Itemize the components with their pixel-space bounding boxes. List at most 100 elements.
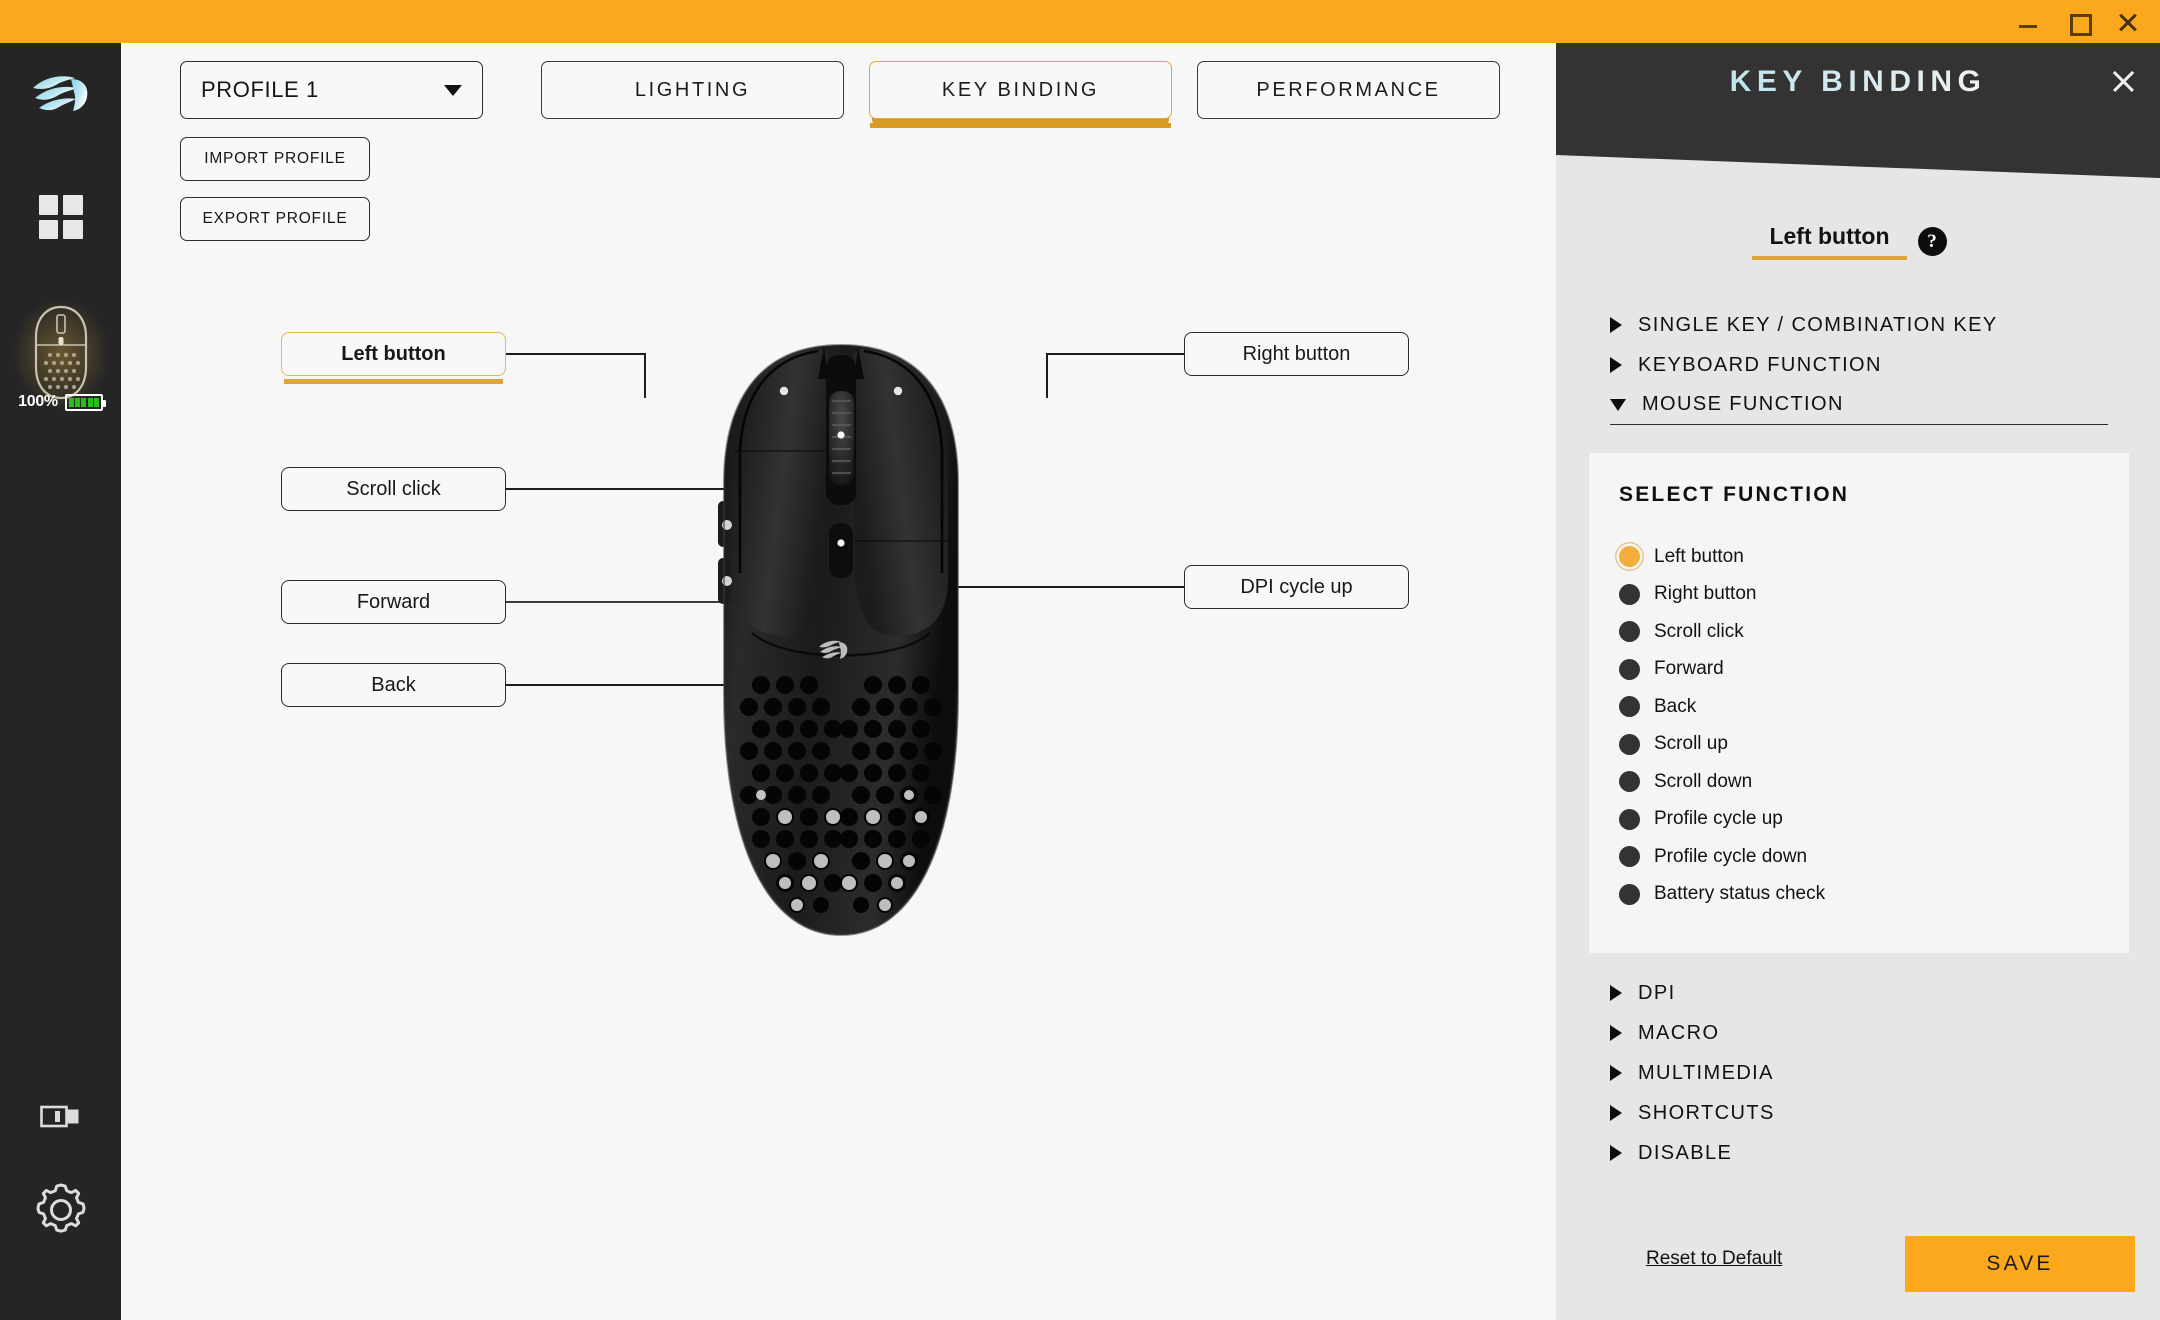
- function-radio-list: Left button Right button Scroll click Fo…: [1619, 538, 1825, 913]
- radio-icon: [1619, 583, 1640, 605]
- callout-right-button[interactable]: Right button: [1184, 332, 1409, 376]
- chevron-down-icon: [444, 84, 462, 96]
- tab-key-binding[interactable]: KEY BINDING: [869, 61, 1172, 128]
- dongle-icon: [39, 1105, 78, 1128]
- radio-scroll-up[interactable]: Scroll up: [1619, 726, 1825, 764]
- accordion-label: KEYBOARD FUNCTION: [1638, 353, 1882, 376]
- radio-label: Scroll down: [1654, 770, 1753, 792]
- maximize-icon[interactable]: [2066, 10, 2092, 36]
- accordion-bottom: DPI MACRO MULTIMEDIA SHORTCUTS DISABLE: [1610, 973, 2108, 1173]
- accordion-shortcuts[interactable]: SHORTCUTS: [1610, 1093, 2108, 1133]
- accordion-macro[interactable]: MACRO: [1610, 1013, 2108, 1053]
- tab-lighting[interactable]: LIGHTING: [541, 61, 844, 119]
- select-function-card: SELECT FUNCTION Left button Right button…: [1589, 453, 2129, 953]
- radio-icon: [1619, 846, 1640, 868]
- callout-forward[interactable]: Forward: [281, 580, 506, 624]
- panel-title: KEY BINDING: [1556, 65, 2160, 99]
- callout-scroll-click[interactable]: Scroll click: [281, 467, 506, 511]
- radio-label: Back: [1654, 695, 1697, 717]
- reset-to-default-link[interactable]: Reset to Default: [1646, 1248, 1782, 1270]
- radio-scroll-down[interactable]: Scroll down: [1619, 763, 1825, 801]
- title-bar: [0, 0, 2160, 43]
- sidebar-item-dongle[interactable]: [39, 1103, 82, 1136]
- radio-icon: [1619, 771, 1640, 793]
- accordion-label: DISABLE: [1638, 1141, 1733, 1164]
- chevron-down-icon: [1610, 398, 1626, 411]
- accordion-single-key[interactable]: SINGLE KEY / COMBINATION KEY: [1610, 305, 2108, 345]
- chevron-right-icon: [1610, 985, 1622, 1001]
- accordion-label: MACRO: [1638, 1021, 1720, 1044]
- accordion-label: SINGLE KEY / COMBINATION KEY: [1638, 313, 1998, 336]
- radio-forward[interactable]: Forward: [1619, 651, 1825, 689]
- brand-logo-icon: [32, 76, 87, 111]
- chevron-right-icon: [1610, 357, 1622, 373]
- leader-line-right-v: [1046, 353, 1048, 398]
- app-window: 100% PROFILE 1 ?: [0, 0, 2160, 1320]
- leader-line-right: [1046, 353, 1184, 355]
- radio-icon: [1619, 621, 1640, 643]
- profile-select[interactable]: PROFILE 1: [180, 61, 483, 119]
- radio-scroll-click[interactable]: Scroll click: [1619, 613, 1825, 651]
- accordion-mouse-function[interactable]: MOUSE FUNCTION: [1610, 385, 2108, 425]
- gear-icon: [35, 1183, 86, 1233]
- accordion-dpi[interactable]: DPI: [1610, 973, 2108, 1013]
- export-profile-button[interactable]: EXPORT PROFILE: [180, 197, 370, 241]
- selected-key-label: Left button: [1752, 223, 1907, 260]
- leader-line-left-v: [644, 353, 646, 398]
- accordion-label: MOUSE FUNCTION: [1642, 393, 1844, 415]
- panel-help-icon[interactable]: ?: [1917, 227, 1947, 256]
- close-icon[interactable]: [2116, 10, 2140, 34]
- radio-profile-cycle-up[interactable]: Profile cycle up: [1619, 801, 1825, 839]
- accordion-keyboard-function[interactable]: KEYBOARD FUNCTION: [1610, 345, 2108, 385]
- radio-profile-cycle-down[interactable]: Profile cycle down: [1619, 838, 1825, 876]
- leader-line-left: [506, 353, 646, 355]
- panel-header: [1556, 43, 2160, 178]
- grid-icon: [38, 195, 58, 215]
- chevron-right-icon: [1610, 1065, 1622, 1081]
- minimize-icon[interactable]: [2016, 10, 2040, 34]
- radio-label: Left button: [1654, 545, 1744, 567]
- radio-label: Scroll up: [1654, 733, 1728, 755]
- callout-left-button[interactable]: Left button: [281, 332, 506, 384]
- radio-back[interactable]: Back: [1619, 688, 1825, 726]
- radio-battery-status-check[interactable]: Battery status check: [1619, 876, 1825, 914]
- sidebar-item-devices[interactable]: [38, 195, 83, 239]
- select-function-title: SELECT FUNCTION: [1619, 483, 1850, 506]
- save-button[interactable]: SAVE: [1905, 1236, 2135, 1292]
- import-profile-button[interactable]: IMPORT PROFILE: [180, 137, 370, 181]
- radio-label: Battery status check: [1654, 883, 1826, 905]
- radio-label: Right button: [1654, 583, 1757, 605]
- radio-left-button[interactable]: Left button: [1619, 538, 1825, 576]
- radio-label: Profile cycle up: [1654, 808, 1783, 830]
- battery-percent-label: 100%: [18, 393, 58, 410]
- accordion-top: SINGLE KEY / COMBINATION KEY KEYBOARD FU…: [1610, 305, 2108, 425]
- radio-label: Scroll click: [1654, 620, 1744, 642]
- window-controls: [2016, 0, 2140, 43]
- panel-close-icon[interactable]: [2108, 67, 2138, 97]
- battery-status: 100%: [0, 393, 121, 411]
- sidebar-item-mouse[interactable]: [12, 299, 109, 435]
- radio-icon: [1619, 883, 1640, 905]
- chevron-right-icon: [1610, 317, 1622, 333]
- chevron-right-icon: [1610, 1025, 1622, 1041]
- battery-icon: [64, 393, 106, 411]
- profile-value: PROFILE 1: [201, 77, 319, 102]
- radio-label: Profile cycle down: [1654, 845, 1808, 867]
- sidebar: 100%: [0, 43, 121, 1320]
- callout-back[interactable]: Back: [281, 663, 506, 707]
- callout-dpi-cycle-up[interactable]: DPI cycle up: [1184, 565, 1409, 609]
- accordion-disable[interactable]: DISABLE: [1610, 1133, 2108, 1173]
- sidebar-item-settings[interactable]: [32, 1181, 90, 1244]
- radio-label: Forward: [1654, 658, 1724, 680]
- key-binding-panel: KEY BINDING Left button ? SINGLE KEY / C…: [1556, 43, 2160, 1320]
- accordion-label: MULTIMEDIA: [1638, 1061, 1774, 1084]
- radio-icon: [1619, 733, 1640, 755]
- tab-performance[interactable]: PERFORMANCE: [1197, 61, 1500, 119]
- chevron-right-icon: [1610, 1105, 1622, 1121]
- radio-icon: [1619, 808, 1640, 830]
- radio-icon: [1619, 696, 1640, 718]
- accordion-multimedia[interactable]: MULTIMEDIA: [1610, 1053, 2108, 1093]
- main-content: PROFILE 1 ? IMPORT PROFILE EXPORT PROFIL…: [121, 43, 1556, 1320]
- radio-right-button[interactable]: Right button: [1619, 576, 1825, 614]
- brand-logo: [0, 71, 121, 117]
